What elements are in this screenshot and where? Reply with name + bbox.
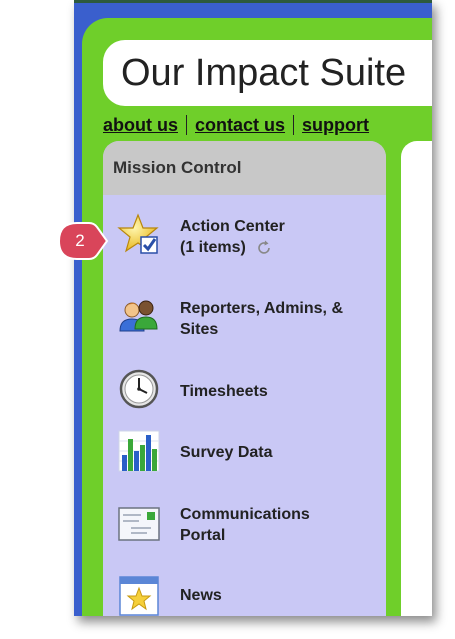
app-frame: Our Impact Suite about us contact us sup… [74,0,432,616]
menu-item-timesheets[interactable]: Timesheets [103,369,386,413]
envelope-icon [118,507,160,541]
menu-item-label: Communications [180,506,310,523]
link-divider [293,115,295,135]
app-title: Our Impact Suite [121,52,407,94]
top-nav-links: about us contact us support [103,114,369,136]
content-panel [401,141,432,616]
menu-item-sublabel: Sites [180,321,219,338]
contact-us-link[interactable]: contact us [195,115,285,136]
menu-item-news[interactable]: News [103,571,386,616]
callout-number: 2 [75,231,85,250]
panel-header: Mission Control [103,141,386,195]
users-icon [119,300,158,332]
menu-item-survey-data[interactable]: Survey Data [103,429,386,475]
refresh-icon[interactable] [256,240,272,256]
mission-control-panel: Mission Control Action Center (1 items) [103,141,386,616]
menu-item-label: Action Center [180,218,285,235]
panel-title: Mission Control [113,158,242,177]
menu-item-label: Survey Data [180,444,273,461]
menu-item-action-center[interactable]: Action Center (1 items) [103,213,386,265]
top-bar [74,0,432,3]
menu-item-sublabel: (1 items) [180,239,246,256]
menu-item-label: Timesheets [180,383,268,400]
title-banner: Our Impact Suite [103,40,432,106]
menu-item-communications-portal[interactable]: Communications Portal [103,501,386,547]
news-star-icon [119,576,159,616]
bar-chart-icon [118,430,160,472]
support-link[interactable]: support [302,115,369,136]
menu-item-sublabel: Portal [180,527,226,544]
step-callout-badge: 2 [57,221,109,261]
clock-icon [119,369,159,409]
menu-item-reporters[interactable]: Reporters, Admins, & Sites [103,295,386,341]
menu-item-label: News [180,587,222,604]
link-divider [186,115,187,135]
menu-item-label: Reporters, Admins, & [180,300,343,317]
about-us-link[interactable]: about us [103,115,178,136]
star-check-icon [117,213,159,254]
